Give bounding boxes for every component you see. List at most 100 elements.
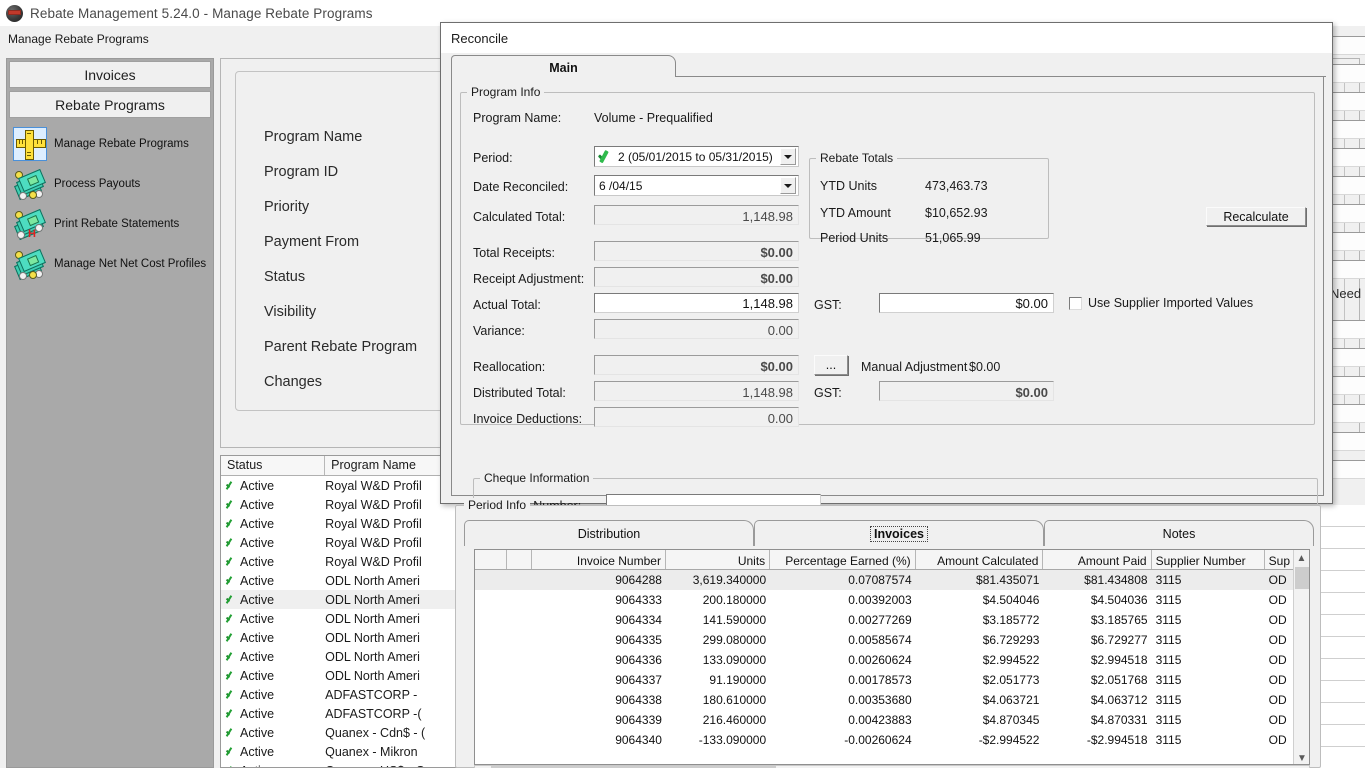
sidebar-item-manage-rebate-programs[interactable]: Manage Rebate Programs <box>13 124 213 164</box>
bg-cell-program-name: ODL North Ameri <box>325 631 469 645</box>
cell-percentage-earned: 0.00392003 <box>770 593 915 607</box>
background-grid-row[interactable]: Active ODL North Ameri <box>221 628 469 647</box>
grid-vertical-scrollbar[interactable]: ▲ ▼ <box>1293 550 1309 765</box>
sidebar-item-process-payouts[interactable]: Process Payouts <box>13 164 213 204</box>
background-grid-row[interactable]: ActiveADFASTCORP - <box>221 685 469 704</box>
variance-field: 0.00 <box>594 319 799 339</box>
col-units[interactable]: Units <box>666 550 770 569</box>
table-row[interactable]: 90642883,619.3400000.07087574$81.435071$… <box>475 570 1309 590</box>
tab-main[interactable]: Main <box>451 55 676 79</box>
background-grid-row[interactable]: ActiveRoyal W&D Profil <box>221 476 469 495</box>
actual-total-input[interactable]: 1,148.98 <box>594 293 799 313</box>
table-row[interactable]: 9064335299.0800000.00585674$6.729293$6.7… <box>475 630 1309 650</box>
col-select[interactable] <box>475 550 507 569</box>
cell-amount-paid: $4.063712 <box>1043 693 1151 707</box>
scroll-up-icon[interactable]: ▲ <box>1294 550 1309 566</box>
check-icon <box>225 727 236 738</box>
background-grid-row[interactable]: ActiveADFASTCORP -( <box>221 704 469 723</box>
table-row[interactable]: 906433791.1900000.00178573$2.051773$2.05… <box>475 670 1309 690</box>
background-grid-row[interactable]: ActiveQuanex - Cdn$ - ( <box>221 723 469 742</box>
sidebar-group-invoices[interactable]: Invoices <box>9 61 211 88</box>
vertical-scroll-thumb[interactable] <box>1295 567 1309 589</box>
program-info-legend: Program Info <box>467 85 544 99</box>
bg-cell-status: Active <box>221 669 325 683</box>
label-calculated-total: Calculated Total: <box>473 210 565 224</box>
check-icon <box>225 746 236 757</box>
ruler-icon <box>13 127 47 161</box>
bg-cell-program-name: ADFASTCORP -( <box>325 707 469 721</box>
bg-status-label: Active <box>240 631 274 645</box>
background-program-list[interactable]: Status Program Name ActiveRoyal W&D Prof… <box>220 455 470 768</box>
background-grid-row[interactable]: ActiveRoyal W&D Profil <box>221 514 469 533</box>
background-grid-row[interactable]: ActiveODL North Ameri <box>221 590 469 609</box>
value-manual-adjustment: $0.00 <box>969 360 1000 374</box>
cell-supplier-number: 3115 <box>1152 593 1265 607</box>
cell-units: 200.180000 <box>666 593 770 607</box>
col-percentage-earned[interactable]: Percentage Earned (%) <box>770 550 915 569</box>
invoices-data-grid[interactable]: Invoice Number Units Percentage Earned (… <box>474 549 1310 765</box>
sidebar-item-manage-net-net-cost-profiles[interactable]: Manage Net Net Cost Profiles <box>13 244 213 284</box>
cell-invoice-number: 9064334 <box>532 613 666 627</box>
cell-invoice-number: 9064337 <box>532 673 666 687</box>
bg-status-label: Active <box>240 669 274 683</box>
cell-amount-paid: $3.185765 <box>1043 613 1151 627</box>
background-grid-row[interactable]: Active Quanex - US$ - Q <box>221 761 469 768</box>
bg-col-status[interactable]: Status <box>221 456 325 475</box>
bg-cell-status: Active <box>221 536 325 550</box>
sidebar-item-print-rebate-statements[interactable]: H Print Rebate Statements <box>13 204 213 244</box>
background-grid-row[interactable]: ActiveRoyal W&D Profil <box>221 552 469 571</box>
col-amount-paid[interactable]: Amount Paid <box>1043 550 1151 569</box>
col-amount-calculated[interactable]: Amount Calculated <box>916 550 1044 569</box>
background-grid-row[interactable]: ActiveODL North Ameri <box>221 647 469 666</box>
cell-amount-calculated: $4.870345 <box>916 713 1044 727</box>
table-row[interactable]: 9064334141.5900000.00277269$3.185772$3.1… <box>475 610 1309 630</box>
cell-amount-paid: $6.729277 <box>1043 633 1151 647</box>
use-supplier-imported-values-row[interactable]: Use Supplier Imported Values <box>1069 296 1253 310</box>
table-row[interactable]: 9064333200.1800000.00392003$4.504046$4.5… <box>475 590 1309 610</box>
bg-cell-program-name: ODL North Ameri <box>325 669 469 683</box>
tab-invoices[interactable]: Invoices <box>754 520 1044 546</box>
date-reconciled-value: 6 /04/15 <box>595 179 780 193</box>
sidebar-item-list: Manage Rebate Programs Process Payouts <box>7 118 213 284</box>
background-grid-row[interactable]: ActiveODL North Ameri <box>221 571 469 590</box>
table-row[interactable]: 9064336133.0900000.00260624$2.994522$2.9… <box>475 650 1309 670</box>
tab-distribution[interactable]: Distribution <box>464 520 754 546</box>
use-supplier-imported-values-checkbox[interactable] <box>1069 297 1082 310</box>
background-grid-row[interactable]: ActiveRoyal W&D Profil <box>221 533 469 552</box>
scroll-down-icon[interactable]: ▼ <box>1294 750 1310 765</box>
cell-amount-paid: -$2.994518 <box>1043 733 1151 747</box>
label-variance: Variance: <box>473 324 525 338</box>
recalculate-button[interactable]: Recalculate <box>1206 207 1306 226</box>
bg-cell-program-name: Quanex - US$ - Q <box>325 764 469 768</box>
background-grid-row[interactable]: ActiveRoyal W&D Profil <box>221 495 469 514</box>
cell-supplier-number: 3115 <box>1152 633 1265 647</box>
gst-actual-input[interactable]: $0.00 <box>879 293 1054 313</box>
check-icon <box>225 689 236 700</box>
cell-invoice-number: 9064338 <box>532 693 666 707</box>
cell-invoice-number: 9064333 <box>532 593 666 607</box>
bg-status-label: Active <box>240 764 274 768</box>
table-row[interactable]: 9064338180.6100000.00353680$4.063721$4.0… <box>475 690 1309 710</box>
total-receipts-field: $0.00 <box>594 241 799 261</box>
label-receipt-adjustment: Receipt Adjustment: <box>473 272 584 286</box>
background-grid-row[interactable]: ActiveODL North Ameri <box>221 609 469 628</box>
cell-amount-calculated: $3.185772 <box>916 613 1044 627</box>
period-dropdown[interactable]: 2 (05/01/2015 to 05/31/2015) <box>594 146 799 167</box>
tab-notes[interactable]: Notes <box>1044 520 1314 546</box>
bg-label-payment-from: Payment From <box>264 225 417 260</box>
dialog-tab-strip: Main <box>451 55 1326 79</box>
col-invoice-number[interactable]: Invoice Number <box>532 550 666 569</box>
label-period: Period: <box>473 151 513 165</box>
date-reconciled-dropdown[interactable]: 6 /04/15 <box>594 175 799 196</box>
chevron-down-icon[interactable] <box>780 148 796 165</box>
reallocation-ellipsis-button[interactable]: ... <box>814 355 848 375</box>
col-supplier-number[interactable]: Supplier Number <box>1152 550 1265 569</box>
rebate-totals-legend: Rebate Totals <box>816 151 897 165</box>
background-grid-row[interactable]: ActiveQuanex - Mikron <box>221 742 469 761</box>
table-row[interactable]: 9064340-133.090000-0.00260624-$2.994522-… <box>475 730 1309 750</box>
background-grid-row[interactable]: Active ODL North Ameri <box>221 666 469 685</box>
sidebar-group-rebate-programs[interactable]: Rebate Programs <box>9 91 211 118</box>
chevron-down-icon[interactable] <box>780 177 796 194</box>
table-row[interactable]: 9064339216.4600000.00423883$4.870345$4.8… <box>475 710 1309 730</box>
bg-label-priority: Priority <box>264 190 417 225</box>
